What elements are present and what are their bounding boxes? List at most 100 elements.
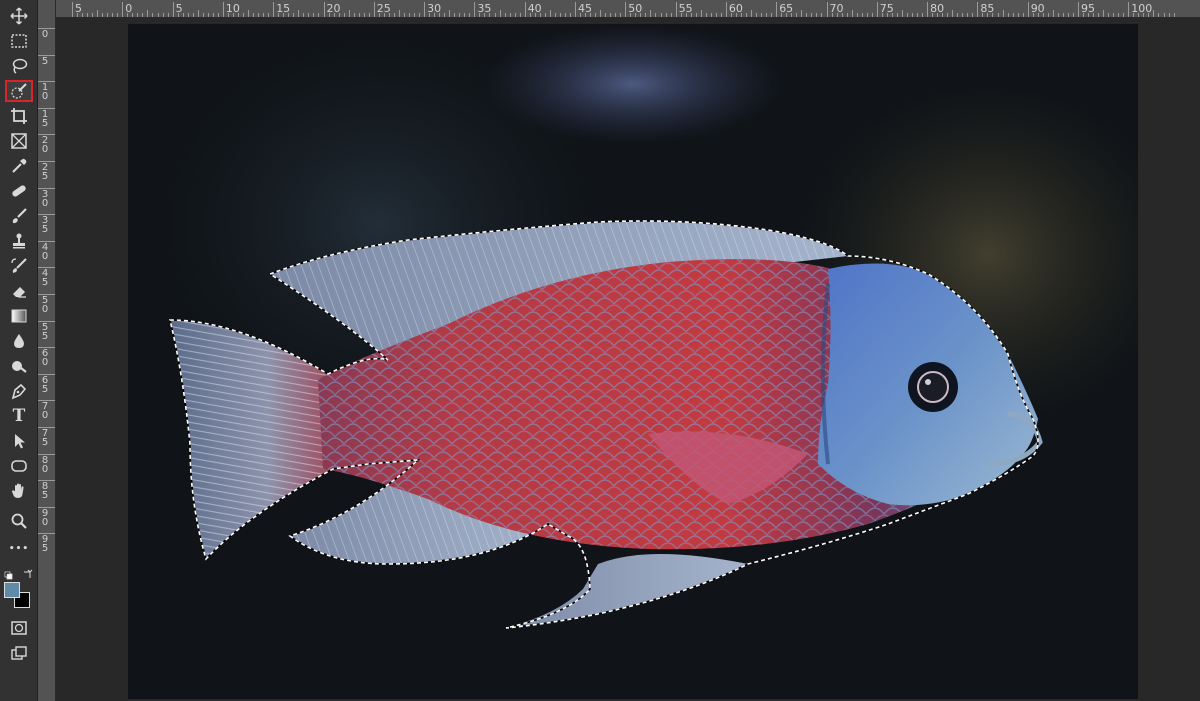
ruler-minor-tick bbox=[912, 13, 913, 17]
document-canvas[interactable] bbox=[128, 24, 1138, 699]
edit-toolbar[interactable]: ••• bbox=[5, 538, 33, 560]
ruler-tick bbox=[38, 400, 55, 402]
ruler-minor-tick bbox=[358, 13, 360, 17]
ruler-minor-tick bbox=[142, 13, 144, 17]
ruler-minor-tick bbox=[137, 13, 139, 17]
ruler-minor-tick bbox=[947, 13, 949, 17]
ruler-minor-tick bbox=[414, 13, 416, 17]
move-tool[interactable] bbox=[5, 5, 33, 27]
ruler-minor-tick bbox=[635, 13, 637, 17]
clone-stamp-tool[interactable] bbox=[5, 230, 33, 252]
quick-mask-button[interactable] bbox=[5, 617, 33, 639]
ruler-tick-label: 5 5 bbox=[41, 321, 49, 342]
ruler-minor-tick bbox=[318, 13, 320, 17]
ruler-minor-tick bbox=[353, 13, 355, 17]
quick-mask-icon bbox=[11, 621, 27, 635]
gradient-tool[interactable] bbox=[5, 305, 33, 327]
ruler-minor-tick bbox=[514, 13, 516, 17]
healing-brush-tool[interactable] bbox=[5, 180, 33, 202]
ruler-minor-tick bbox=[751, 10, 753, 17]
foreground-color-swatch[interactable] bbox=[4, 582, 20, 598]
vertical-ruler[interactable]: 0 5 1 0 1 5 2 0 2 5 3 0 3 5 4 0 4 5 5 0 5 5 6 0 6 5 7 … bbox=[38, 0, 56, 701]
shape-tool[interactable] bbox=[5, 455, 33, 477]
ruler-minor-tick bbox=[942, 13, 944, 17]
arrow-icon bbox=[15, 434, 25, 449]
ruler-tick bbox=[323, 2, 325, 17]
tools-panel: T ••• bbox=[0, 0, 38, 701]
ruler-minor-tick bbox=[1017, 13, 1019, 17]
ruler-minor-tick bbox=[439, 13, 441, 17]
ruler-minor-tick bbox=[1047, 13, 1049, 17]
screen-mode-icon bbox=[11, 646, 27, 660]
screen-mode-button[interactable] bbox=[5, 642, 33, 664]
ruler-minor-tick bbox=[866, 13, 868, 17]
eraser-tool[interactable] bbox=[5, 280, 33, 302]
hand-tool[interactable] bbox=[5, 480, 33, 502]
more-icon: ••• bbox=[8, 543, 30, 554]
ruler-minor-tick bbox=[1057, 13, 1059, 17]
ruler-tick bbox=[72, 2, 73, 17]
ruler-minor-tick bbox=[932, 13, 934, 17]
ruler-tick bbox=[876, 2, 878, 17]
ruler-minor-tick bbox=[1022, 13, 1024, 17]
ruler-minor-tick bbox=[1153, 10, 1155, 17]
lasso-tool[interactable] bbox=[5, 55, 33, 77]
ruler-tick-label: 2 5 bbox=[41, 162, 49, 182]
ruler-minor-tick bbox=[227, 13, 229, 17]
eyedropper-icon bbox=[12, 158, 27, 173]
dodge-tool[interactable] bbox=[5, 355, 33, 377]
eyedropper-tool[interactable] bbox=[5, 155, 33, 177]
ruler-minor-tick bbox=[489, 13, 491, 17]
zoom-tool[interactable] bbox=[5, 510, 33, 532]
horizontal-ruler[interactable]: 5 0 5 10 15 20 25 30 35 40 45 50 55 60 65 70 75 80 85 90 95 1… bbox=[56, 0, 1200, 18]
ruler-minor-tick bbox=[1143, 13, 1145, 17]
ruler-minor-tick bbox=[720, 13, 722, 17]
ruler-minor-tick bbox=[554, 13, 556, 17]
ruler-tick-label: 9 5 bbox=[41, 534, 49, 555]
ruler-minor-tick bbox=[278, 13, 280, 17]
ruler-minor-tick bbox=[781, 13, 783, 17]
ruler-minor-tick bbox=[972, 13, 974, 17]
ruler-tick bbox=[38, 187, 55, 189]
marquee-tool[interactable] bbox=[5, 30, 33, 52]
brush-tool[interactable] bbox=[5, 205, 33, 227]
ruler-minor-tick bbox=[997, 13, 999, 17]
ruler-minor-tick bbox=[796, 13, 798, 17]
ruler-tick bbox=[373, 2, 375, 17]
ruler-tick bbox=[222, 2, 224, 17]
default-colors-icon[interactable] bbox=[4, 569, 34, 581]
ruler-tick-label: 9 0 bbox=[41, 507, 49, 528]
ruler-tick-label: 4 0 bbox=[41, 241, 49, 262]
ruler-minor-tick bbox=[610, 13, 612, 17]
ruler-minor-tick bbox=[1007, 13, 1009, 17]
ruler-minor-tick bbox=[917, 13, 919, 17]
ruler-tick bbox=[38, 320, 55, 322]
blur-tool[interactable] bbox=[5, 330, 33, 352]
ruler-minor-tick bbox=[585, 13, 587, 17]
ruler-minor-tick bbox=[761, 13, 763, 17]
ruler-minor-tick bbox=[147, 10, 149, 17]
ruler-minor-tick bbox=[207, 13, 209, 17]
ruler-minor-tick bbox=[1148, 13, 1150, 17]
eraser-icon bbox=[13, 287, 26, 298]
color-swatches bbox=[4, 582, 34, 610]
history-brush-tool[interactable] bbox=[5, 255, 33, 277]
crop-tool[interactable] bbox=[5, 105, 33, 127]
quick-selection-tool[interactable] bbox=[5, 80, 33, 102]
type-tool[interactable]: T bbox=[5, 405, 33, 427]
ruler-minor-tick bbox=[906, 13, 908, 17]
ruler-minor-tick bbox=[1103, 10, 1105, 17]
ruler-minor-tick bbox=[559, 13, 561, 17]
pen-tool[interactable] bbox=[5, 380, 33, 402]
ruler-minor-tick bbox=[92, 13, 94, 17]
ruler-minor-tick bbox=[459, 13, 461, 17]
ruler-tick bbox=[675, 2, 677, 17]
ruler-minor-tick bbox=[1002, 10, 1004, 17]
ruler-tick bbox=[474, 2, 476, 17]
ruler-minor-tick bbox=[851, 10, 853, 17]
path-selection-tool[interactable] bbox=[5, 430, 33, 452]
ruler-tick-label: 2 0 bbox=[41, 135, 49, 156]
ruler-minor-tick bbox=[348, 10, 350, 17]
frame-tool[interactable] bbox=[5, 130, 33, 152]
ruler-tick-label: 7 0 bbox=[41, 401, 49, 422]
